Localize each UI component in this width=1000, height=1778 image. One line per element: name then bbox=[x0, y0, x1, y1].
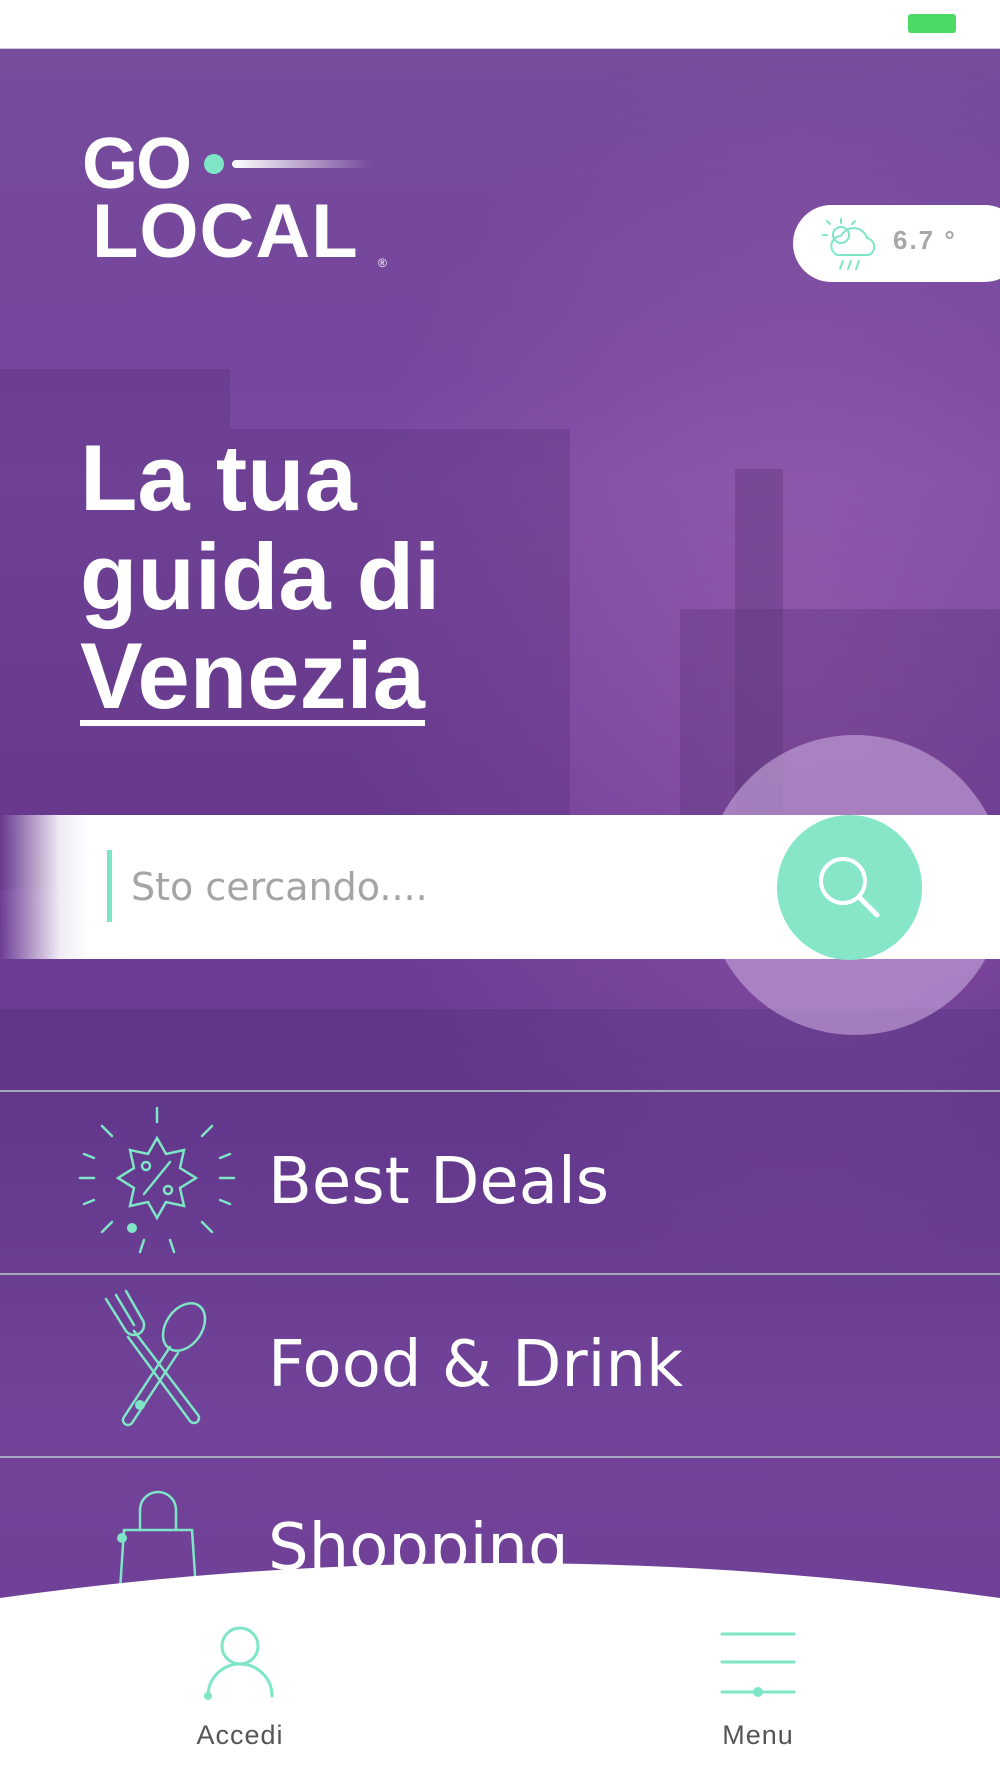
fork-spoon-icon bbox=[104, 1289, 207, 1427]
logo-local: LOCAL bbox=[92, 189, 359, 274]
tab-menu[interactable]: Menu bbox=[658, 1610, 858, 1760]
weather-temperature: 6.7 ° bbox=[893, 225, 957, 255]
category-label: Best Deals bbox=[268, 1145, 610, 1219]
search-icon bbox=[819, 857, 880, 918]
menu-lines-icon bbox=[720, 1632, 796, 1697]
page-headline: La tua guida di Venezia bbox=[80, 428, 440, 726]
status-bar bbox=[0, 0, 1000, 49]
tab-accedi-label: Accedi bbox=[196, 1720, 284, 1750]
category-label: Food & Drink bbox=[268, 1328, 684, 1402]
category-food-drink[interactable]: Food & Drink bbox=[0, 1273, 1000, 1458]
battery-icon bbox=[908, 14, 956, 33]
search-field bbox=[107, 850, 747, 924]
weather-widget[interactable]: 6.7 ° bbox=[793, 205, 1000, 282]
headline-line-2: guida di bbox=[80, 524, 441, 629]
user-icon bbox=[204, 1626, 274, 1700]
cloud-sun-rain-icon bbox=[822, 218, 876, 270]
headline-city: Venezia bbox=[80, 623, 425, 728]
discount-badge-icon bbox=[78, 1106, 236, 1254]
headline-line-1: La tua bbox=[80, 425, 357, 530]
logo-registered-mark: ® bbox=[378, 256, 387, 270]
tab-menu-label: Menu bbox=[722, 1720, 794, 1750]
logo-line bbox=[232, 160, 372, 168]
category-best-deals[interactable]: Best Deals bbox=[0, 1090, 1000, 1275]
search-input[interactable] bbox=[129, 850, 733, 924]
text-cursor bbox=[107, 850, 112, 922]
logo-dot bbox=[204, 154, 224, 174]
go-local-logo: GO LOCAL ® bbox=[82, 128, 412, 278]
tab-accedi[interactable]: Accedi bbox=[140, 1610, 340, 1760]
search-button[interactable] bbox=[777, 815, 922, 960]
